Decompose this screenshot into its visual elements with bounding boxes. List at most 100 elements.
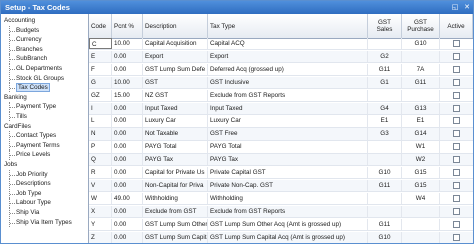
tree-item[interactable]: Job Type [9, 188, 41, 199]
tree-item[interactable]: Tills [9, 112, 27, 122]
cell-pcnt[interactable]: 0.00 [112, 179, 143, 192]
cell-description[interactable]: Exclude from GST [143, 205, 208, 218]
table-row[interactable]: GZ 15.00 NZ GST Exclude from GST Reports [89, 89, 473, 102]
cell-pcnt[interactable]: 0.00 [112, 102, 143, 114]
table-row[interactable]: X 0.00 Exclude from GST Exclude from GST Re… [89, 205, 473, 219]
cell-gst-sales[interactable] [368, 154, 402, 166]
cell-tax-type[interactable]: Luxury Car [208, 115, 368, 127]
cell-gst-purchase[interactable] [402, 231, 440, 243]
table-row[interactable]: P 0.00 PAYG Total PAYG Total W1 [89, 141, 473, 154]
cell-tax-type[interactable]: Deferred Acq (grossed up) [208, 63, 368, 76]
cell-tax-type[interactable]: PAYG Tax [208, 154, 368, 166]
tree-item[interactable]: Payment Type [9, 102, 56, 112]
cell-pcnt[interactable]: 10.00 [112, 76, 143, 89]
cell-gst-purchase[interactable]: G15 [402, 179, 440, 192]
table-row[interactable]: Z 0.00 GST Lump Sum Capital GST Lump Sum Ca… [89, 231, 473, 243]
cell-description[interactable]: GST Lump Sum Other [143, 218, 208, 230]
cell-pcnt[interactable]: 0.00 [112, 63, 143, 76]
cell-pcnt[interactable]: 0.00 [112, 141, 143, 153]
col-header-code[interactable]: Code [89, 14, 112, 38]
table-row[interactable]: E 0.00 Export Export G2 [89, 50, 473, 64]
cell-description[interactable]: PAYG Tax [143, 154, 208, 166]
cell-code[interactable]: V [89, 179, 112, 192]
cell-tax-type[interactable]: Exclude from GST Reports [208, 205, 368, 218]
cell-code[interactable]: L [89, 115, 112, 127]
cell-pcnt[interactable]: 0.00 [112, 115, 143, 127]
cell-gst-purchase[interactable]: G14 [402, 128, 440, 140]
table-row[interactable]: F 0.00 GST Lump Sum Defe Deferred Acq (gros… [89, 63, 473, 77]
cell-code[interactable]: E [89, 50, 112, 63]
col-header-tax-type[interactable]: Tax Type [208, 14, 368, 38]
active-checkbox[interactable] [453, 143, 460, 151]
tree-item[interactable]: SubBranch [9, 54, 47, 64]
cell-code[interactable]: X [89, 205, 112, 218]
tree-item[interactable]: Payment Terms [9, 140, 60, 151]
tree-group[interactable]: CardFiles [4, 122, 31, 131]
active-checkbox[interactable] [453, 104, 460, 112]
table-row[interactable]: R 0.00 Capital for Private Us Private Capit… [89, 167, 473, 180]
cell-gst-sales[interactable]: G3 [368, 128, 402, 140]
cell-gst-sales[interactable] [368, 89, 402, 101]
cell-description[interactable]: NZ GST [143, 89, 208, 101]
cell-tax-type[interactable]: Export [208, 50, 368, 63]
cell-pcnt[interactable]: 0.00 [112, 218, 143, 230]
active-checkbox[interactable] [453, 207, 460, 215]
cell-gst-purchase[interactable]: W1 [402, 141, 440, 153]
cell-tax-type[interactable]: Exclude from GST Reports [208, 89, 368, 101]
cell-pcnt[interactable]: 49.00 [112, 192, 143, 205]
cell-pcnt[interactable]: 0.00 [112, 231, 143, 243]
cell-tax-type[interactable]: GST Free [208, 128, 368, 140]
col-header-gst-sales[interactable]: GST Sales [368, 14, 402, 38]
cell-description[interactable]: Luxury Car [143, 115, 208, 127]
cell-tax-type[interactable]: PAYG Total [208, 141, 368, 153]
table-row[interactable]: W 49.00 Withholding Withholding W4 [89, 192, 473, 206]
cell-tax-type[interactable]: Withholding [208, 192, 368, 205]
cell-code[interactable]: Z [89, 231, 112, 243]
tree-item[interactable]: Tax Codes [9, 83, 50, 93]
cell-tax-type[interactable]: Capital ACQ [208, 38, 368, 50]
active-checkbox[interactable] [453, 78, 460, 86]
cell-gst-sales[interactable]: G10 [368, 231, 402, 243]
cell-gst-purchase[interactable]: G13 [402, 102, 440, 114]
cell-description[interactable]: GST Lump Sum Capital [143, 231, 208, 243]
cell-tax-type[interactable]: Private Non-Cap. GST [208, 179, 368, 192]
active-checkbox[interactable] [453, 40, 460, 47]
table-row[interactable]: Q 0.00 PAYG Tax PAYG Tax W2 [89, 154, 473, 167]
cell-description[interactable]: Export [143, 50, 208, 63]
tree-item[interactable]: Price Levels [9, 150, 50, 160]
tree-item[interactable]: Branches [9, 44, 43, 55]
cell-pcnt[interactable]: 0.00 [112, 167, 143, 179]
restore-icon[interactable]: ◱ [450, 3, 460, 12]
tree-item[interactable]: Labour Type [9, 198, 51, 208]
cell-gst-sales[interactable]: G11 [368, 63, 402, 76]
tree-item[interactable]: Ship Via Item Types [9, 217, 72, 227]
cell-description[interactable]: GST [143, 76, 208, 89]
tree-group[interactable]: Accounting [4, 16, 35, 25]
cell-description[interactable]: Non-Capital for Priva [143, 179, 208, 192]
cell-gst-purchase[interactable] [402, 205, 440, 218]
active-checkbox[interactable] [453, 65, 460, 73]
cell-gst-sales[interactable]: E1 [368, 115, 402, 127]
cell-code[interactable]: R [89, 167, 112, 179]
cell-gst-purchase[interactable]: 7A [402, 63, 440, 76]
active-checkbox[interactable] [453, 52, 460, 60]
cell-code[interactable]: N [89, 128, 112, 140]
cell-description[interactable]: PAYG Total [143, 141, 208, 153]
tree-item[interactable]: Contact Types [9, 131, 56, 141]
cell-code[interactable]: W [89, 192, 112, 205]
cell-gst-purchase[interactable] [402, 89, 440, 101]
cell-code[interactable]: Y [89, 218, 112, 230]
cell-tax-type[interactable]: Input Taxed [208, 102, 368, 114]
table-row[interactable]: C 10.00 Capital Acquisition Capital ACQ G10 [89, 38, 473, 51]
active-checkbox[interactable] [453, 117, 460, 125]
cell-gst-sales[interactable] [368, 205, 402, 218]
active-checkbox[interactable] [453, 156, 460, 164]
cell-code[interactable]: P [89, 141, 112, 153]
cell-gst-sales[interactable]: G4 [368, 102, 402, 114]
cell-pcnt[interactable]: 0.00 [112, 128, 143, 140]
active-checkbox[interactable] [453, 194, 460, 202]
cell-code[interactable]: G [89, 76, 112, 89]
cell-tax-type[interactable]: GST Lump Sum Other Acq (Amt is grossed u… [208, 218, 368, 230]
cell-code[interactable]: F [89, 63, 112, 76]
cell-pcnt[interactable]: 0.00 [112, 154, 143, 166]
